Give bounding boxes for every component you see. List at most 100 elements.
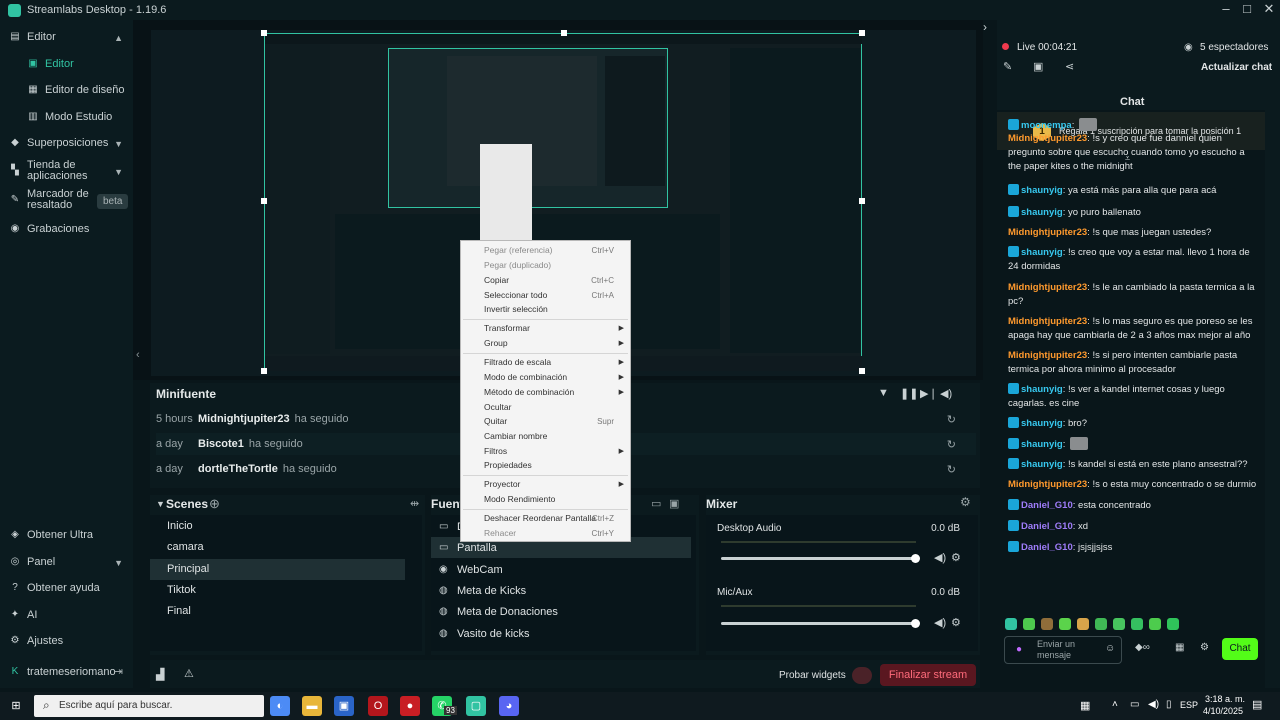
pause-icon[interactable]: ❚❚ — [900, 387, 918, 400]
chat-username[interactable]: shaunyig — [1021, 247, 1063, 258]
tray-arrow-icon[interactable]: ˄ — [1112, 699, 1118, 710]
folder-icon[interactable]: ▭ — [651, 497, 661, 510]
scene-item[interactable]: Tiktok — [150, 580, 405, 601]
resize-handle[interactable] — [859, 198, 865, 204]
logout-icon[interactable]: ⇥ — [114, 665, 123, 678]
sidebar-item-ai[interactable]: ✦ AI — [10, 609, 38, 621]
sidebar-item-layout-editor[interactable]: ▦ Editor de diseño — [28, 84, 124, 96]
source-item[interactable]: ◍ Meta de Kicks — [431, 580, 691, 601]
chat-username[interactable]: Midnightjupiter23 — [1008, 316, 1087, 327]
sidebar-item-recordings[interactable]: ◉ Grabaciones — [10, 223, 90, 235]
menu-item-blend-mode[interactable]: Modo de combinación — [484, 372, 567, 382]
add-scene-icon[interactable]: ⊕ — [209, 496, 220, 512]
menu-item-select-all[interactable]: Seleccionar todo — [484, 290, 547, 300]
speaker-icon[interactable]: ◀) — [934, 551, 946, 564]
gear-icon[interactable]: ⚙ — [960, 495, 971, 509]
maximize-button[interactable]: □ — [1236, 0, 1258, 20]
notifications-icon[interactable]: ▤ — [1252, 698, 1262, 711]
resize-handle[interactable] — [859, 368, 865, 374]
chat-username[interactable]: shaunyig — [1021, 439, 1063, 450]
chevron-up-icon[interactable]: ▲ — [114, 33, 123, 43]
menu-item-paste-duplicate[interactable]: Pegar (duplicado) — [484, 260, 551, 270]
network-icon[interactable]: ▭ — [1130, 699, 1139, 710]
gear-icon[interactable]: ⚙ — [951, 551, 961, 564]
volume-slider[interactable] — [721, 622, 916, 625]
sidebar-item-app-store[interactable]: ▚ Tienda de aplicaciones — [10, 160, 110, 182]
menu-item-hide[interactable]: Ocultar — [484, 402, 511, 412]
stats-icon[interactable]: ▟ — [156, 668, 164, 681]
volume-slider[interactable] — [721, 557, 916, 560]
sidebar-item-editor-group[interactable]: ▤ Editor — [10, 31, 55, 43]
menu-item-group[interactable]: Group — [484, 338, 508, 348]
minimize-button[interactable]: – — [1215, 0, 1237, 20]
chat-username[interactable]: Midnightjupiter23 — [1008, 479, 1087, 490]
chat-username[interactable]: Midnightjupiter23 — [1008, 282, 1087, 293]
source-item[interactable]: ◍ Vasito de kicks — [431, 623, 691, 644]
close-button[interactable]: ✕ — [1258, 0, 1280, 20]
menu-item-projector[interactable]: Proyector — [484, 479, 520, 489]
scene-item[interactable]: camara — [150, 537, 405, 558]
shop-icon[interactable]: ▦ — [1175, 642, 1184, 653]
emote-icon[interactable] — [1149, 618, 1161, 630]
emote-icon[interactable] — [1131, 618, 1143, 630]
chat-username[interactable]: shaunyig — [1021, 185, 1063, 196]
collapse-right-icon[interactable]: › — [983, 20, 987, 34]
chat-username[interactable]: shaunyig — [1021, 418, 1063, 429]
mic-icon[interactable]: ● — [1016, 644, 1022, 655]
clock-date[interactable]: 4/10/2025 — [1203, 706, 1243, 716]
add-folder-icon[interactable]: ▣ — [669, 497, 679, 510]
clock-time[interactable]: 3:18 a. m. — [1205, 694, 1245, 704]
chat-username[interactable]: shaunyig — [1021, 207, 1063, 218]
menu-item-filters[interactable]: Filtros — [484, 446, 507, 456]
menu-item-blend-method[interactable]: Método de combinación — [484, 387, 574, 397]
replay-icon[interactable]: ↻ — [947, 413, 956, 426]
language-indicator[interactable]: ESP — [1180, 700, 1198, 710]
rec-button[interactable] — [852, 667, 872, 684]
end-stream-button[interactable]: Finalizar stream — [880, 664, 976, 686]
chat-username[interactable]: Daniel_G10 — [1021, 500, 1073, 511]
chevron-down-icon[interactable]: ▼ — [114, 167, 123, 177]
chat-username[interactable]: Daniel_G10 — [1021, 542, 1073, 553]
popout-icon[interactable]: ▣ — [1033, 60, 1043, 73]
emote-icon[interactable] — [1113, 618, 1125, 630]
chat-username[interactable]: moonempa — [1021, 120, 1072, 131]
opera-icon[interactable]: O — [368, 696, 388, 716]
replay-icon[interactable]: ↻ — [947, 463, 956, 476]
resize-handle[interactable] — [261, 198, 267, 204]
refresh-chat-button[interactable]: Actualizar chat — [1201, 62, 1272, 73]
source-item[interactable]: ◍ Meta de Donaciones — [431, 601, 691, 622]
chat-username[interactable]: Daniel_G10 — [1021, 521, 1073, 532]
send-chat-button[interactable]: Chat — [1222, 638, 1258, 660]
emote-icon[interactable] — [1077, 618, 1089, 630]
chat-username[interactable]: shaunyig — [1021, 459, 1063, 470]
volume-slider-knob[interactable] — [911, 554, 920, 563]
menu-item-invert-selection[interactable]: Invertir selección — [484, 304, 548, 314]
emoji-icon[interactable]: ☺ — [1105, 643, 1115, 654]
emote-icon[interactable] — [1095, 618, 1107, 630]
streamlabs-icon[interactable]: ▢ — [466, 696, 486, 716]
emote-icon[interactable] — [1005, 618, 1017, 630]
collapse-icon[interactable]: ▼ — [156, 499, 165, 509]
sidebar-item-ultra[interactable]: ◈ Obtener Ultra — [10, 529, 93, 541]
sidebar-item-editor[interactable]: ▣ Editor — [28, 58, 73, 70]
chevron-down-icon[interactable]: ▼ — [114, 139, 123, 149]
chat-username[interactable]: Midnightjupiter23 — [1008, 350, 1087, 361]
sidebar-item-settings[interactable]: ⚙ Ajustes — [10, 635, 64, 647]
resize-handle[interactable] — [261, 30, 267, 36]
filter-icon[interactable]: ▼ — [878, 387, 889, 399]
speaker-icon[interactable]: ◀) — [1148, 699, 1159, 710]
app-icon[interactable]: ● — [400, 696, 420, 716]
gear-icon[interactable]: ⚙ — [951, 616, 961, 629]
chevron-down-icon[interactable]: ▼ — [114, 558, 123, 568]
replay-icon[interactable]: ↻ — [947, 438, 956, 451]
windows-start-icon[interactable]: ⊞ — [6, 696, 26, 716]
collapse-left-icon[interactable]: ‹ — [136, 349, 140, 361]
menu-item-properties[interactable]: Propiedades — [484, 460, 532, 470]
menu-item-performance-mode[interactable]: Modo Rendimiento — [484, 494, 555, 504]
sidebar-item-studio-mode[interactable]: ▥ Modo Estudio — [28, 111, 112, 123]
copilot-icon[interactable]: ◐ — [270, 696, 290, 716]
emote-icon[interactable] — [1023, 618, 1035, 630]
menu-item-scale-filter[interactable]: Filtrado de escala — [484, 357, 551, 367]
file-explorer-icon[interactable]: ▬ — [302, 696, 322, 716]
chat-input[interactable]: ● Enviar un mensaje ☺ — [1004, 636, 1122, 664]
